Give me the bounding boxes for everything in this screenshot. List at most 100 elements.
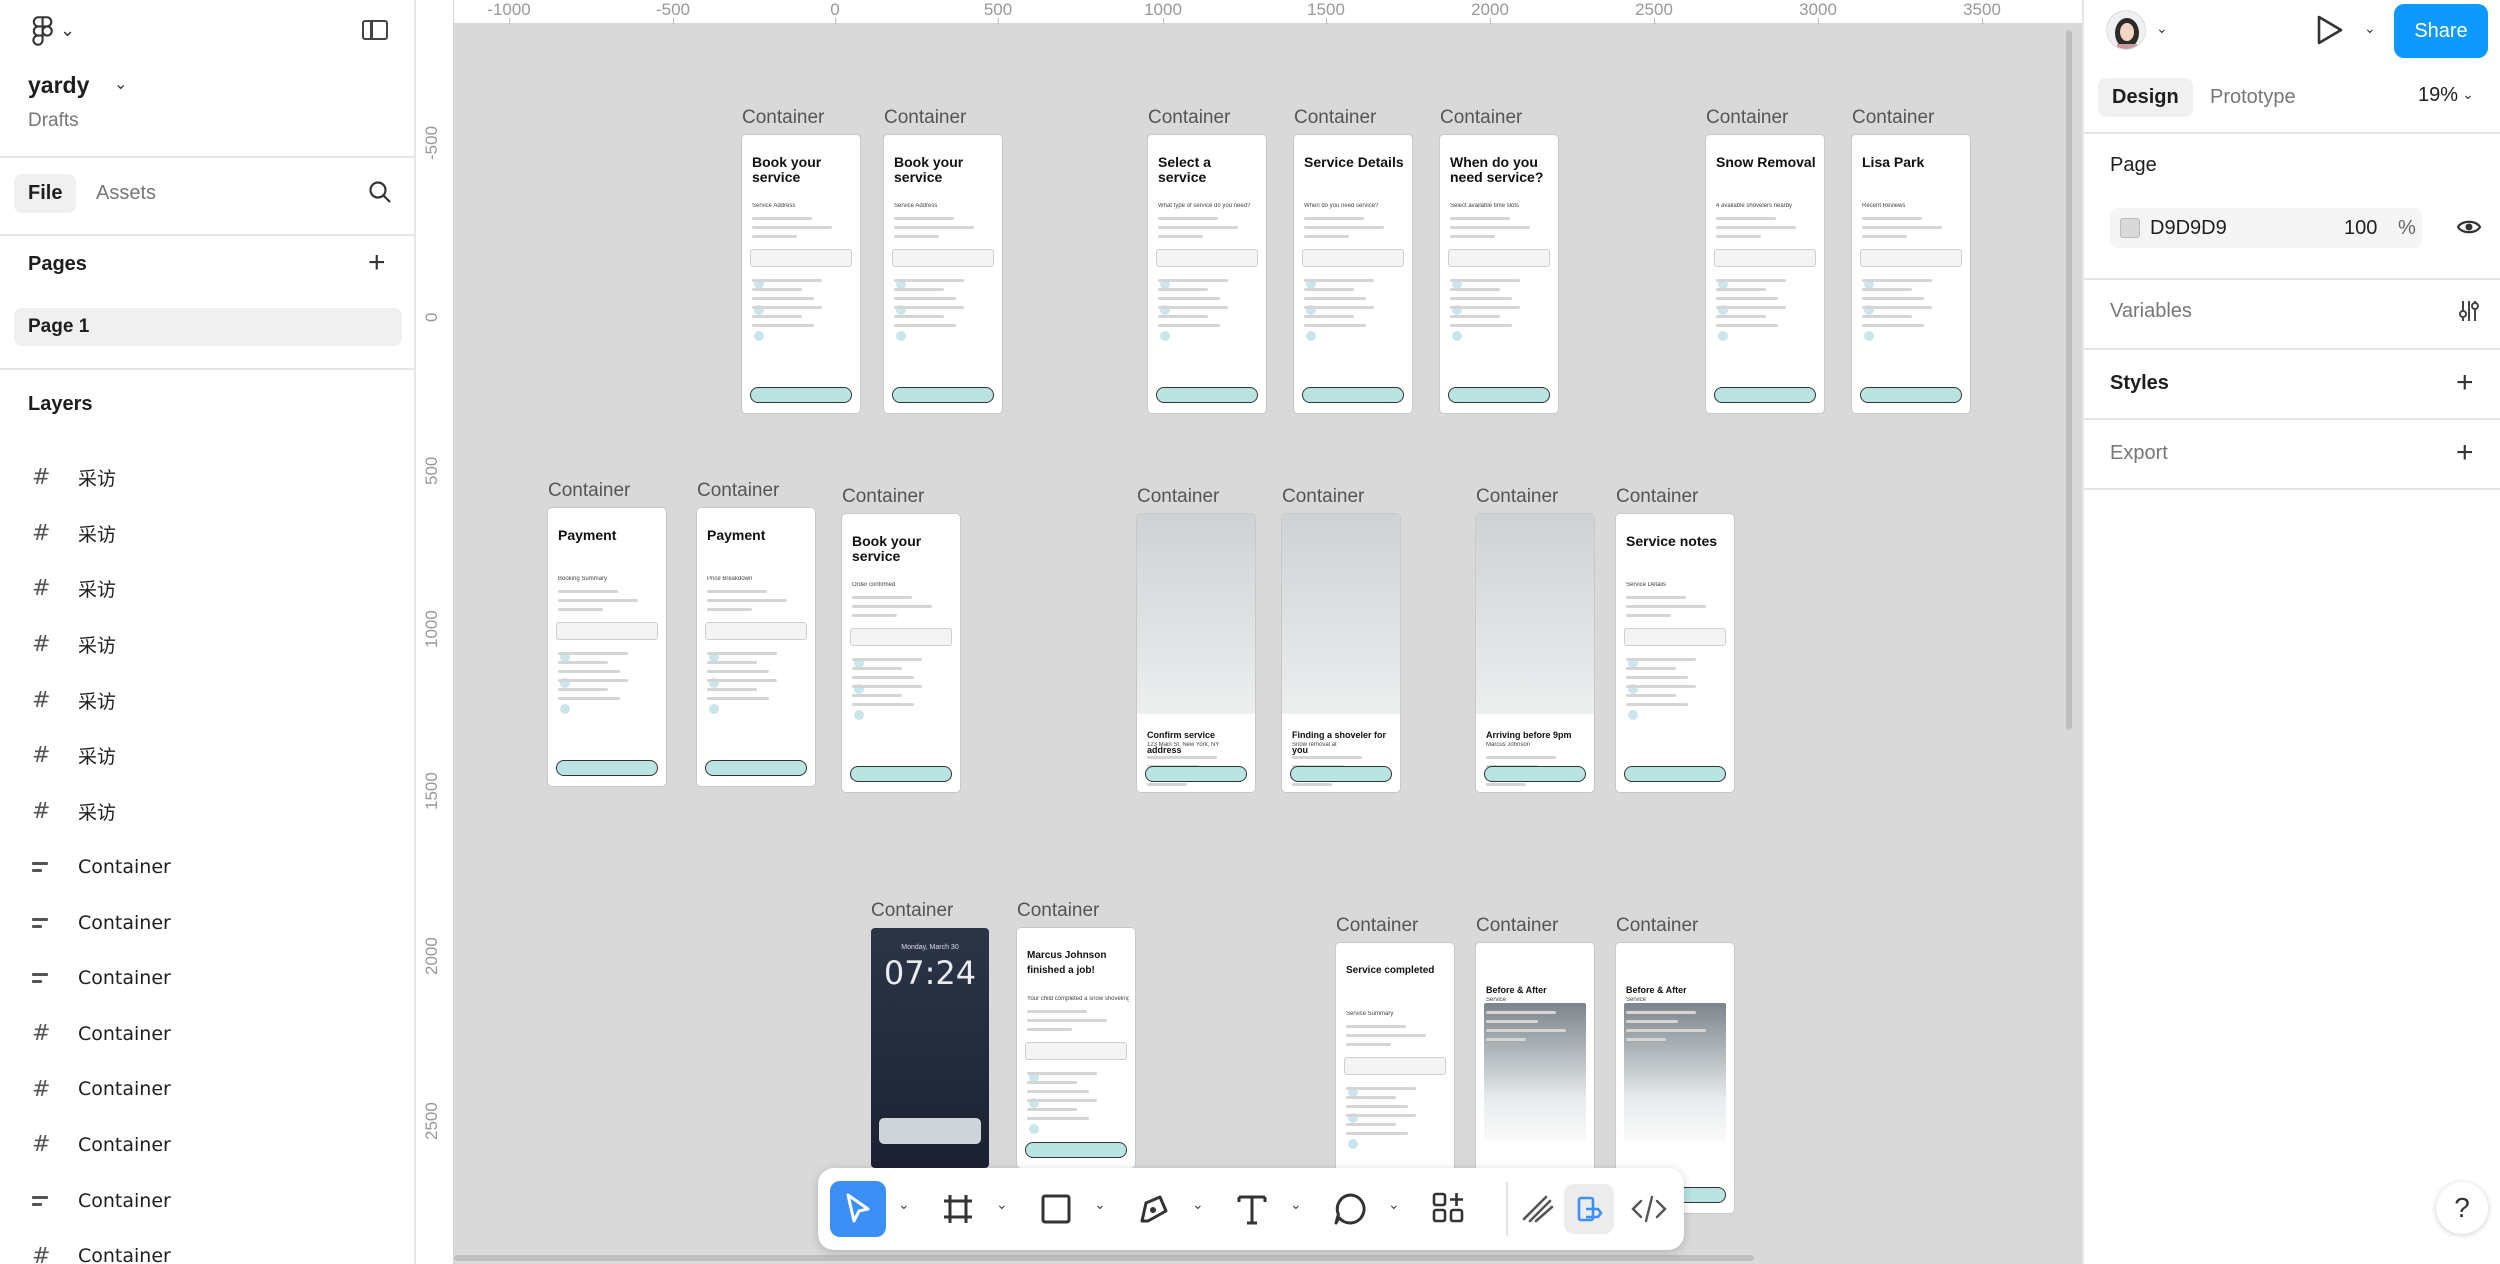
frame-label[interactable]: Container xyxy=(1440,107,1522,129)
tab-assets[interactable]: Assets xyxy=(96,182,156,205)
frame-label[interactable]: Container xyxy=(1294,107,1376,129)
tab-prototype[interactable]: Prototype xyxy=(2210,86,2296,109)
page-color-hex[interactable]: D9D9D9 xyxy=(2150,217,2227,240)
user-menu-chevron-icon[interactable]: ⌄ xyxy=(2156,20,2168,37)
frame-label[interactable]: Container xyxy=(1282,486,1364,508)
frame-tool-chevron-icon[interactable]: ⌄ xyxy=(996,1196,1008,1213)
actions-tool-icon[interactable] xyxy=(1420,1181,1476,1237)
tab-design[interactable]: Design xyxy=(2098,78,2193,117)
screen-frame[interactable]: When do you need service? Select availabl… xyxy=(1440,135,1558,413)
zoom-chevron-icon[interactable]: ⌄ xyxy=(2462,86,2474,103)
layer-item[interactable]: # 采访 xyxy=(0,672,414,728)
frame-label[interactable]: Container xyxy=(884,107,966,129)
screen-frame[interactable]: Finding a shoveler for you Snow removal a… xyxy=(1282,514,1400,792)
file-location[interactable]: Drafts xyxy=(28,110,79,132)
rectangle-tool-icon[interactable] xyxy=(1028,1181,1084,1237)
screen-frame[interactable]: Book your service Order confirmed xyxy=(842,514,960,792)
page-color-opacity[interactable]: 100 xyxy=(2344,217,2377,240)
layer-item[interactable]: # Container xyxy=(0,1062,414,1118)
file-menu-chevron-icon[interactable]: ⌄ xyxy=(114,74,127,94)
frame-label[interactable]: Container xyxy=(871,900,953,922)
add-export-plus-icon[interactable]: + xyxy=(2456,438,2474,468)
figma-logo-icon[interactable] xyxy=(30,16,56,46)
pen-tool-icon[interactable] xyxy=(1126,1181,1182,1237)
move-tool-chevron-icon[interactable]: ⌄ xyxy=(898,1196,910,1213)
comment-tool-chevron-icon[interactable]: ⌄ xyxy=(1388,1196,1400,1213)
frame-label[interactable]: Container xyxy=(1137,486,1219,508)
layer-item[interactable]: # Container xyxy=(0,1006,414,1062)
screen-frame[interactable]: Service Details When do you need service? xyxy=(1294,135,1412,413)
present-play-icon[interactable] xyxy=(2314,14,2344,46)
screen-frame[interactable]: Arriving before 9pm Marcus Johnson xyxy=(1476,514,1594,792)
frame-label[interactable]: Container xyxy=(1706,107,1788,129)
layer-item[interactable]: # 采访 xyxy=(0,728,414,784)
frame-label[interactable]: Container xyxy=(1148,107,1230,129)
main-menu-chevron-icon[interactable]: ⌄ xyxy=(60,20,75,41)
frame-label[interactable]: Container xyxy=(1476,486,1558,508)
screen-frame[interactable]: Marcus Johnson finished a job! Your child… xyxy=(1017,928,1135,1168)
design-canvas[interactable]: -1000 -500 0 500 1000 1500 2000 2500 3000 3500 -5… xyxy=(418,0,2082,1264)
page-background-color-field[interactable]: D9D9D9 100 % xyxy=(2110,208,2422,248)
frame-label[interactable]: Container xyxy=(1616,486,1698,508)
present-options-chevron-icon[interactable]: ⌄ xyxy=(2364,20,2376,37)
screen-frame[interactable]: Payment Booking Summary xyxy=(548,508,666,786)
layer-item[interactable]: # 采访 xyxy=(0,450,414,506)
frame-label[interactable]: Container xyxy=(548,480,630,502)
zoom-level[interactable]: 19% xyxy=(2418,84,2458,107)
page-item-page-1[interactable]: Page 1 xyxy=(14,308,402,346)
layer-item[interactable]: # Container xyxy=(0,1117,414,1173)
layer-item[interactable]: Container xyxy=(0,1173,414,1229)
pen-tool-chevron-icon[interactable]: ⌄ xyxy=(1192,1196,1204,1213)
search-icon[interactable] xyxy=(368,180,392,204)
screen-frame[interactable]: Service notes Service Details xyxy=(1616,514,1734,792)
add-style-plus-icon[interactable]: + xyxy=(2456,368,2474,398)
export-heading[interactable]: Export xyxy=(2110,442,2168,465)
color-swatch[interactable] xyxy=(2120,218,2140,238)
lockscreen-frame[interactable]: Monday, March 30 07:24 xyxy=(871,928,989,1168)
add-page-plus-icon[interactable]: + xyxy=(368,248,386,278)
horizontal-scrollbar[interactable] xyxy=(454,1255,1754,1261)
frame-tool-icon[interactable] xyxy=(930,1181,986,1237)
frame-label[interactable]: Container xyxy=(1476,915,1558,937)
frame-label[interactable]: Container xyxy=(742,107,824,129)
screen-frame[interactable]: Payment Price Breakdown xyxy=(697,508,815,786)
move-tool-button[interactable] xyxy=(830,1181,886,1237)
shape-tool-chevron-icon[interactable]: ⌄ xyxy=(1094,1196,1106,1213)
text-tool-icon[interactable] xyxy=(1224,1181,1280,1237)
layer-item[interactable]: Container xyxy=(0,839,414,895)
variables-settings-icon[interactable] xyxy=(2456,298,2482,324)
toggle-sidebar-icon[interactable] xyxy=(362,20,388,40)
layer-item[interactable]: # 采访 xyxy=(0,784,414,840)
share-button[interactable]: Share xyxy=(2394,4,2488,58)
screen-frame[interactable]: Confirm service address 123 Main St, New … xyxy=(1137,514,1255,792)
frame-label[interactable]: Container xyxy=(697,480,779,502)
screen-frame[interactable]: Lisa Park Recent Reviews xyxy=(1852,135,1970,413)
layer-item[interactable]: Container xyxy=(0,895,414,951)
layer-item[interactable]: Container xyxy=(0,950,414,1006)
layer-item[interactable]: # 采访 xyxy=(0,561,414,617)
frame-label[interactable]: Container xyxy=(1336,915,1418,937)
tab-file[interactable]: File xyxy=(14,174,77,213)
screen-frame[interactable]: Select a service What type of service do … xyxy=(1148,135,1266,413)
frame-label[interactable]: Container xyxy=(1616,915,1698,937)
screen-frame[interactable]: Book your service Service Address xyxy=(742,135,860,413)
draw-mode-icon[interactable] xyxy=(1516,1181,1560,1237)
help-button[interactable]: ? xyxy=(2436,1182,2488,1234)
frame-label[interactable]: Container xyxy=(1852,107,1934,129)
frame-label[interactable]: Container xyxy=(842,486,924,508)
design-mode-button[interactable] xyxy=(1564,1184,1614,1234)
comment-tool-icon[interactable] xyxy=(1322,1181,1378,1237)
dev-mode-code-icon[interactable] xyxy=(1624,1181,1674,1237)
file-name[interactable]: yardy xyxy=(28,72,89,99)
text-tool-chevron-icon[interactable]: ⌄ xyxy=(1290,1196,1302,1213)
frame-label[interactable]: Container xyxy=(1017,900,1099,922)
user-avatar[interactable] xyxy=(2106,10,2146,50)
layer-item[interactable]: # Container xyxy=(0,1228,414,1264)
layer-item[interactable]: # 采访 xyxy=(0,617,414,673)
layer-item[interactable]: # 采访 xyxy=(0,506,414,562)
screen-frame[interactable]: Snow Removal 4 available shovelers nearby xyxy=(1706,135,1824,413)
eye-visibility-icon[interactable] xyxy=(2456,214,2482,240)
screen-frame[interactable]: Book your service Service Address xyxy=(884,135,1002,413)
variables-heading[interactable]: Variables xyxy=(2110,300,2192,323)
vertical-scrollbar[interactable] xyxy=(2066,30,2072,730)
